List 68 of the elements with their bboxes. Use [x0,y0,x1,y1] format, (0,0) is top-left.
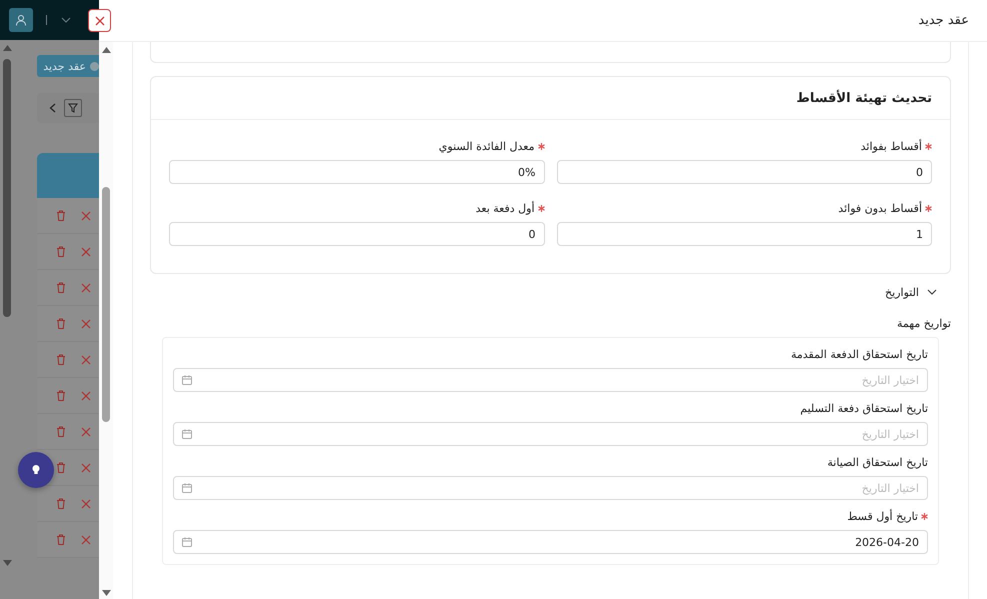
lightbulb-icon [31,464,41,476]
close-icon[interactable] [81,318,92,328]
trash-icon[interactable] [56,462,66,473]
input-field[interactable]: 1 [556,222,932,246]
field-label: تاريخ استحقاق دفعة التسليم [800,402,928,414]
trash-icon[interactable] [56,390,66,401]
divider-icon [46,15,48,25]
field-label: أقساط بدون فوائد [838,202,922,214]
required-icon [538,142,544,150]
close-icon [94,16,104,26]
input-field[interactable]: 0% [169,160,544,184]
calendar-icon [182,375,192,385]
new-contract-button[interactable]: عقد جديد [37,55,99,77]
field-label: معدل الفائدة السنوي [438,140,534,152]
close-icon[interactable] [81,390,92,400]
scroll-thumb[interactable] [102,187,110,422]
scroll-up-icon[interactable] [102,47,110,53]
date-field[interactable]: 2026-04-20 [173,530,928,554]
plus-circle-icon [90,62,99,70]
trash-icon[interactable] [56,246,66,257]
required-icon [925,204,932,212]
scroll-thumb[interactable] [3,59,12,317]
trash-icon[interactable] [56,318,66,329]
close-icon[interactable] [81,462,92,472]
close-icon[interactable] [81,282,92,292]
close-icon[interactable] [81,246,92,256]
dates-toggle[interactable]: التواريخ [871,284,951,300]
close-button[interactable] [88,9,111,32]
calendar-icon [182,483,192,493]
required-icon [925,142,932,150]
chevron-left-icon[interactable] [49,103,56,113]
trash-icon[interactable] [56,210,66,221]
drawer-title: عقد جديد [918,13,969,28]
input-field[interactable]: 0 [169,222,544,246]
close-icon[interactable] [81,498,92,508]
calendar-icon [182,537,192,547]
section-title: تحديث تهيئة الأقساط [796,90,932,106]
trash-icon[interactable] [56,426,66,437]
trash-icon[interactable] [56,282,66,293]
close-icon[interactable] [81,210,92,220]
chevron-down-icon[interactable] [61,17,71,23]
required-icon [538,204,544,212]
close-icon[interactable] [81,426,92,436]
date-field[interactable]: اختيار التاريخ [173,476,928,500]
table-header [37,153,99,198]
trash-icon[interactable] [56,498,66,509]
close-icon[interactable] [81,534,92,544]
field-label: تاريخ استحقاق الدفعة المقدمة [790,348,928,360]
field-label: تاريخ استحقاق الصيانة [827,456,928,468]
date-field[interactable]: اختيار التاريخ [173,422,928,446]
section-title: تواريخ مهمة [896,317,951,332]
field-label: تاريخ أول قسط [847,510,918,522]
field-label: أقساط بفوائد [860,140,922,152]
close-icon[interactable] [81,354,92,364]
scroll-down-icon[interactable] [102,590,110,596]
input-field[interactable]: 0 [556,160,932,184]
required-icon [921,512,928,520]
filter-icon [68,103,78,113]
filter-button[interactable] [64,99,82,117]
field-label: أول دفعة بعد [476,202,534,214]
lightbulb-button[interactable] [18,452,54,488]
date-field[interactable]: اختيار التاريخ [173,368,928,392]
calendar-icon [182,429,192,439]
scroll-up-icon[interactable] [2,45,12,51]
scroll-down-icon[interactable] [2,560,12,566]
user-avatar-icon[interactable] [9,8,33,32]
trash-icon[interactable] [56,534,66,545]
trash-icon[interactable] [56,354,66,365]
